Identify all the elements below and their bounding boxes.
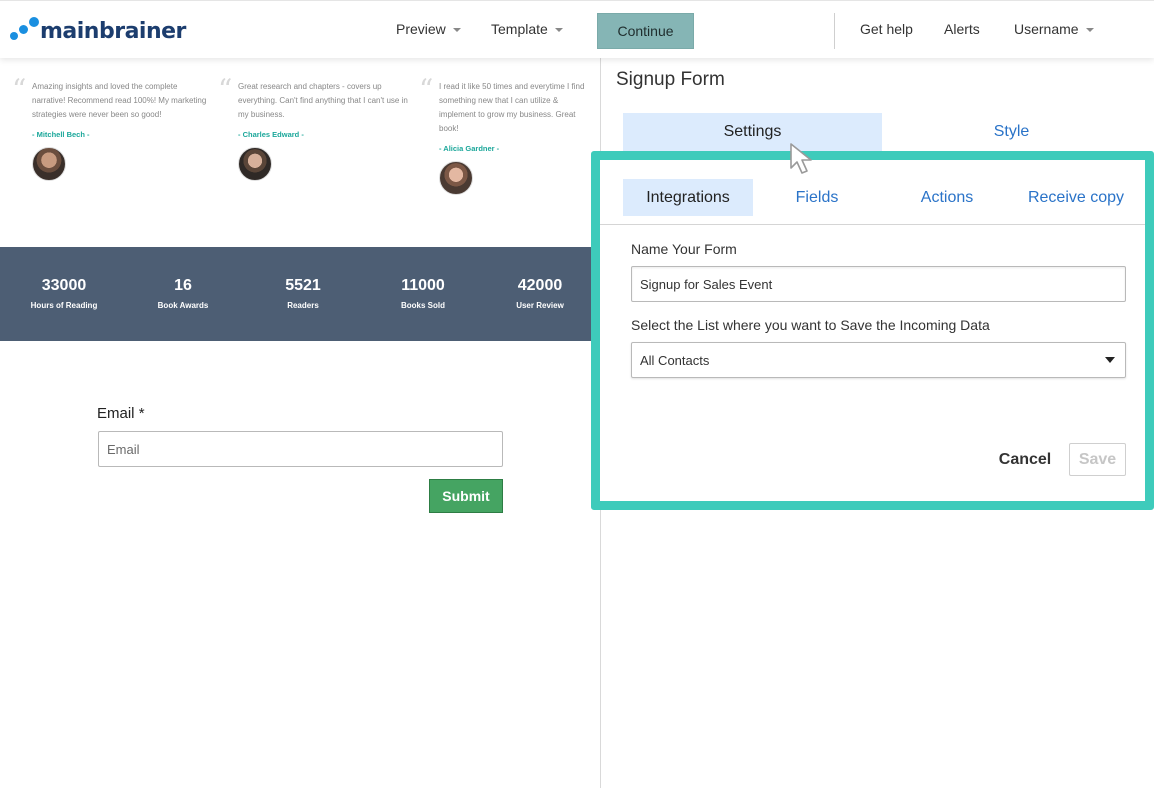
get-help-link[interactable]: Get help <box>860 21 913 37</box>
tab-actions[interactable]: Actions <box>897 179 997 216</box>
template-menu-label: Template <box>491 21 548 37</box>
caret-down-icon <box>554 28 563 32</box>
testimonial-card: “ I read it like 50 times and everytime … <box>419 76 589 195</box>
stat-item: 42000 User Review <box>485 277 595 310</box>
save-button[interactable]: Save <box>1069 443 1126 476</box>
testimonial-text: I read it like 50 times and everytime I … <box>439 82 585 133</box>
stat-label: Readers <box>287 301 319 310</box>
template-menu[interactable]: Template <box>491 21 563 37</box>
stats-band: 33000 Hours of Reading 16 Book Awards 55… <box>0 247 592 341</box>
alerts-link[interactable]: Alerts <box>944 21 980 37</box>
testimonial-author: - Alicia Gardner - <box>439 144 500 153</box>
stat-item: 5521 Readers <box>248 277 358 310</box>
brand-logo[interactable]: mainbrainer <box>10 15 186 44</box>
stat-value: 33000 <box>41 277 87 294</box>
stat-label: User Review <box>516 301 564 310</box>
stat-label: Books Sold <box>400 301 445 310</box>
form-name-field[interactable] <box>631 266 1126 302</box>
email-label: Email * <box>97 405 145 422</box>
page-preview: “ Amazing insights and loved the complet… <box>0 58 600 788</box>
stat-label: Hours of Reading <box>30 301 98 310</box>
tab-integrations[interactable]: Integrations <box>623 179 753 216</box>
logo-dots-icon <box>10 16 40 44</box>
required-mark: * <box>138 405 145 422</box>
email-field[interactable] <box>98 431 503 467</box>
app-window: mainbrainer Preview Template Continue Ge… <box>0 0 1154 788</box>
form-name-label: Name Your Form <box>631 241 737 257</box>
list-select[interactable]: All Contacts <box>631 342 1126 378</box>
stat-item: 11000 Books Sold <box>368 277 478 310</box>
username-menu[interactable]: Username <box>1014 21 1094 37</box>
username-label: Username <box>1014 21 1079 37</box>
tab-style[interactable]: Style <box>882 113 1141 151</box>
tab-settings[interactable]: Settings <box>623 113 882 151</box>
stat-label: Book Awards <box>157 301 209 310</box>
stat-value: 5521 <box>285 277 321 294</box>
quote-icon: “ <box>218 73 233 106</box>
testimonial-author: - Mitchell Bech - <box>32 130 90 139</box>
preview-menu[interactable]: Preview <box>396 21 461 37</box>
settings-sub-tabs: Integrations Fields Actions Receive copy <box>600 160 1145 225</box>
avatar <box>32 147 66 181</box>
quote-icon: “ <box>12 73 27 106</box>
tab-fields[interactable]: Fields <box>767 179 867 216</box>
testimonial-card: “ Amazing insights and loved the complet… <box>12 76 212 181</box>
list-select-value: All Contacts <box>640 352 710 368</box>
stat-value: 11000 <box>401 277 445 294</box>
dropdown-arrow-icon <box>1105 357 1115 363</box>
continue-button[interactable]: Continue <box>597 13 694 49</box>
stat-item: 33000 Hours of Reading <box>9 277 119 310</box>
nav-divider <box>834 13 835 49</box>
stat-value: 42000 <box>517 277 563 294</box>
email-label-text: Email <box>97 405 135 422</box>
stat-item: 16 Book Awards <box>128 277 238 310</box>
quote-icon: “ <box>419 73 434 106</box>
list-select-label: Select the List where you want to Save t… <box>631 317 990 333</box>
caret-down-icon <box>452 28 461 32</box>
settings-card: Integrations Fields Actions Receive copy… <box>591 151 1154 510</box>
preview-menu-label: Preview <box>396 21 446 37</box>
submit-button[interactable]: Submit <box>429 479 503 513</box>
testimonial-text: Amazing insights and loved the complete … <box>32 82 207 119</box>
testimonial-text: Great research and chapters - covers up … <box>238 82 408 119</box>
cancel-button[interactable]: Cancel <box>995 443 1055 476</box>
avatar <box>439 161 473 195</box>
stat-value: 16 <box>174 277 192 294</box>
testimonial-author: - Charles Edward - <box>238 130 304 139</box>
top-navigation-bar: mainbrainer Preview Template Continue Ge… <box>0 0 1154 58</box>
avatar <box>238 147 272 181</box>
caret-down-icon <box>1085 28 1094 32</box>
mouse-cursor-icon <box>790 143 812 174</box>
testimonial-card: “ Great research and chapters - covers u… <box>218 76 418 181</box>
panel-title: Signup Form <box>616 69 725 90</box>
tab-receive-copy[interactable]: Receive copy <box>1026 179 1126 216</box>
logo-text: mainbrainer <box>40 19 186 44</box>
